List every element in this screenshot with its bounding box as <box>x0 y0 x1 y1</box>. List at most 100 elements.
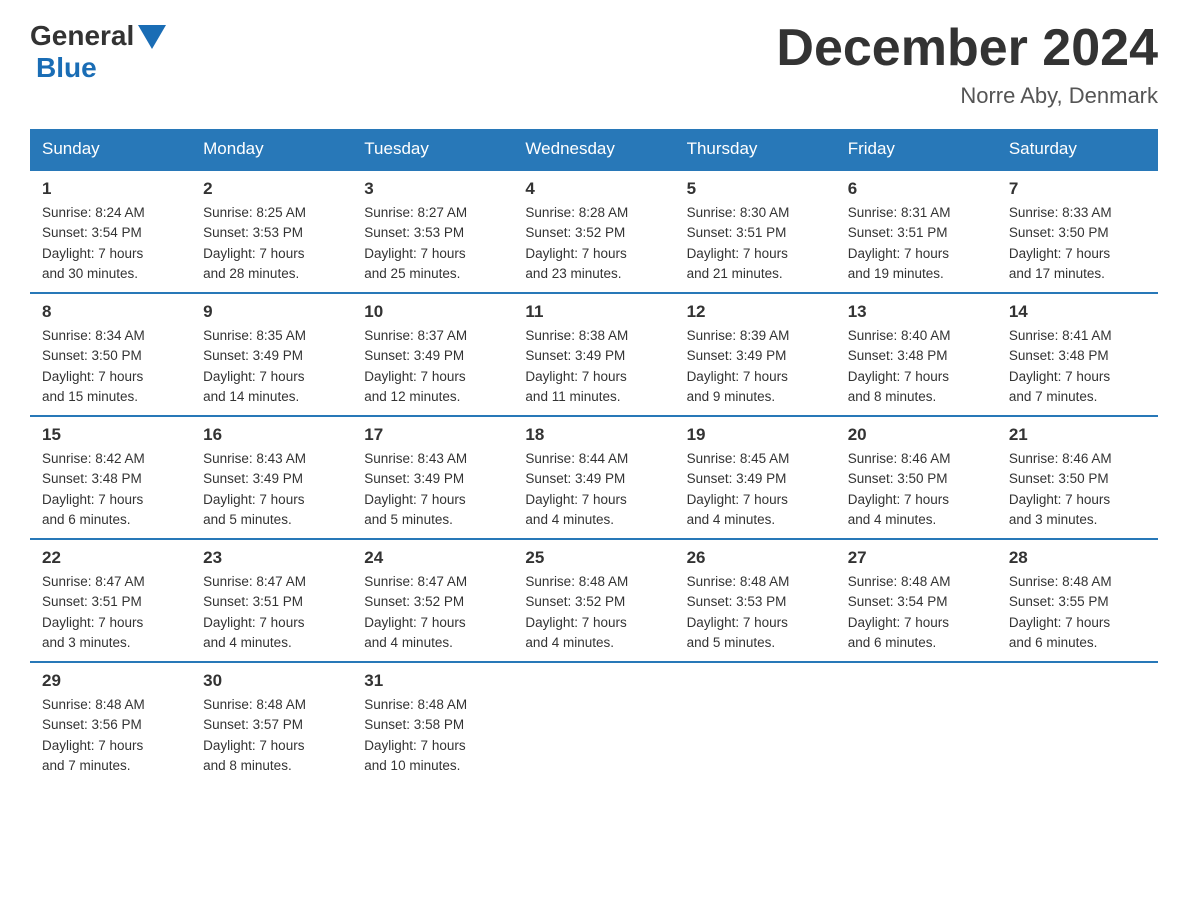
calendar-cell: 7 Sunrise: 8:33 AM Sunset: 3:50 PM Daylig… <box>997 170 1158 293</box>
day-number: 25 <box>525 548 662 568</box>
weekday-header-monday: Monday <box>191 129 352 170</box>
logo-triangle-icon <box>138 25 166 49</box>
day-info: Sunrise: 8:40 AM Sunset: 3:48 PM Dayligh… <box>848 326 985 407</box>
calendar-week-row: 29 Sunrise: 8:48 AM Sunset: 3:56 PM Dayli… <box>30 662 1158 784</box>
day-number: 5 <box>687 179 824 199</box>
day-number: 11 <box>525 302 662 322</box>
day-number: 10 <box>364 302 501 322</box>
day-info: Sunrise: 8:44 AM Sunset: 3:49 PM Dayligh… <box>525 449 662 530</box>
day-number: 31 <box>364 671 501 691</box>
day-info: Sunrise: 8:48 AM Sunset: 3:53 PM Dayligh… <box>687 572 824 653</box>
day-number: 9 <box>203 302 340 322</box>
title-section: December 2024 Norre Aby, Denmark <box>776 20 1158 109</box>
day-number: 22 <box>42 548 179 568</box>
day-number: 15 <box>42 425 179 445</box>
day-number: 27 <box>848 548 985 568</box>
calendar-cell: 21Sunrise: 8:46 AM Sunset: 3:50 PM Dayli… <box>997 416 1158 539</box>
calendar-cell: 1Sunrise: 8:24 AM Sunset: 3:54 PM Daylig… <box>30 170 191 293</box>
calendar-cell: 24Sunrise: 8:47 AM Sunset: 3:52 PM Dayli… <box>352 539 513 662</box>
day-info: Sunrise: 8:30 AM Sunset: 3:51 PM Dayligh… <box>687 203 824 284</box>
calendar-header: SundayMondayTuesdayWednesdayThursdayFrid… <box>30 129 1158 170</box>
calendar-cell: 6Sunrise: 8:31 AM Sunset: 3:51 PM Daylig… <box>836 170 997 293</box>
weekday-header-thursday: Thursday <box>675 129 836 170</box>
day-info: Sunrise: 8:48 AM Sunset: 3:55 PM Dayligh… <box>1009 572 1146 653</box>
weekday-header-row: SundayMondayTuesdayWednesdayThursdayFrid… <box>30 129 1158 170</box>
weekday-header-wednesday: Wednesday <box>513 129 674 170</box>
day-info: Sunrise: 8:28 AM Sunset: 3:52 PM Dayligh… <box>525 203 662 284</box>
logo-general-text: General <box>30 20 134 52</box>
day-info: Sunrise: 8:39 AM Sunset: 3:49 PM Dayligh… <box>687 326 824 407</box>
weekday-header-saturday: Saturday <box>997 129 1158 170</box>
day-number: 21 <box>1009 425 1146 445</box>
calendar-week-row: 1Sunrise: 8:24 AM Sunset: 3:54 PM Daylig… <box>30 170 1158 293</box>
weekday-header-tuesday: Tuesday <box>352 129 513 170</box>
calendar-cell: 12 Sunrise: 8:39 AM Sunset: 3:49 PM Dayli… <box>675 293 836 416</box>
day-info: Sunrise: 8:48 AM Sunset: 3:52 PM Dayligh… <box>525 572 662 653</box>
day-info: Sunrise: 8:43 AM Sunset: 3:49 PM Dayligh… <box>364 449 501 530</box>
day-info: Sunrise: 8:48 AM Sunset: 3:57 PM Dayligh… <box>203 695 340 776</box>
calendar-cell: 20 Sunrise: 8:46 AM Sunset: 3:50 PM Dayli… <box>836 416 997 539</box>
calendar-cell: 23 Sunrise: 8:47 AM Sunset: 3:51 PM Dayli… <box>191 539 352 662</box>
day-info: Sunrise: 8:46 AM Sunset: 3:50 PM Dayligh… <box>848 449 985 530</box>
day-info: Sunrise: 8:45 AM Sunset: 3:49 PM Dayligh… <box>687 449 824 530</box>
calendar-cell: 10 Sunrise: 8:37 AM Sunset: 3:49 PM Dayli… <box>352 293 513 416</box>
day-info: Sunrise: 8:37 AM Sunset: 3:49 PM Dayligh… <box>364 326 501 407</box>
calendar-cell: 9 Sunrise: 8:35 AM Sunset: 3:49 PM Daylig… <box>191 293 352 416</box>
calendar-cell: 26 Sunrise: 8:48 AM Sunset: 3:53 PM Dayli… <box>675 539 836 662</box>
weekday-header-sunday: Sunday <box>30 129 191 170</box>
day-number: 19 <box>687 425 824 445</box>
calendar-cell: 29 Sunrise: 8:48 AM Sunset: 3:56 PM Dayli… <box>30 662 191 784</box>
day-number: 3 <box>364 179 501 199</box>
day-number: 8 <box>42 302 179 322</box>
calendar-cell: 31 Sunrise: 8:48 AM Sunset: 3:58 PM Dayli… <box>352 662 513 784</box>
day-info: Sunrise: 8:47 AM Sunset: 3:51 PM Dayligh… <box>203 572 340 653</box>
day-number: 26 <box>687 548 824 568</box>
day-number: 28 <box>1009 548 1146 568</box>
day-number: 6 <box>848 179 985 199</box>
logo: General Blue <box>30 20 166 84</box>
calendar-week-row: 15Sunrise: 8:42 AM Sunset: 3:48 PM Dayli… <box>30 416 1158 539</box>
calendar-title: December 2024 <box>776 20 1158 77</box>
calendar-cell: 25 Sunrise: 8:48 AM Sunset: 3:52 PM Dayli… <box>513 539 674 662</box>
day-info: Sunrise: 8:48 AM Sunset: 3:54 PM Dayligh… <box>848 572 985 653</box>
calendar-cell <box>997 662 1158 784</box>
calendar-cell: 11 Sunrise: 8:38 AM Sunset: 3:49 PM Dayli… <box>513 293 674 416</box>
calendar-cell <box>836 662 997 784</box>
day-info: Sunrise: 8:43 AM Sunset: 3:49 PM Dayligh… <box>203 449 340 530</box>
calendar-cell: 28 Sunrise: 8:48 AM Sunset: 3:55 PM Dayli… <box>997 539 1158 662</box>
calendar-cell: 19 Sunrise: 8:45 AM Sunset: 3:49 PM Dayli… <box>675 416 836 539</box>
page-header: General Blue December 2024 Norre Aby, De… <box>30 20 1158 109</box>
calendar-cell <box>513 662 674 784</box>
day-number: 20 <box>848 425 985 445</box>
day-info: Sunrise: 8:41 AM Sunset: 3:48 PM Dayligh… <box>1009 326 1146 407</box>
calendar-cell: 16Sunrise: 8:43 AM Sunset: 3:49 PM Dayli… <box>191 416 352 539</box>
day-info: Sunrise: 8:33 AM Sunset: 3:50 PM Dayligh… <box>1009 203 1146 284</box>
calendar-cell: 15Sunrise: 8:42 AM Sunset: 3:48 PM Dayli… <box>30 416 191 539</box>
calendar-cell: 17 Sunrise: 8:43 AM Sunset: 3:49 PM Dayli… <box>352 416 513 539</box>
day-info: Sunrise: 8:38 AM Sunset: 3:49 PM Dayligh… <box>525 326 662 407</box>
calendar-week-row: 8 Sunrise: 8:34 AM Sunset: 3:50 PM Daylig… <box>30 293 1158 416</box>
day-info: Sunrise: 8:48 AM Sunset: 3:58 PM Dayligh… <box>364 695 501 776</box>
calendar-cell: 27 Sunrise: 8:48 AM Sunset: 3:54 PM Dayli… <box>836 539 997 662</box>
calendar-cell: 22Sunrise: 8:47 AM Sunset: 3:51 PM Dayli… <box>30 539 191 662</box>
day-info: Sunrise: 8:48 AM Sunset: 3:56 PM Dayligh… <box>42 695 179 776</box>
calendar-body: 1Sunrise: 8:24 AM Sunset: 3:54 PM Daylig… <box>30 170 1158 784</box>
day-number: 23 <box>203 548 340 568</box>
day-number: 12 <box>687 302 824 322</box>
day-number: 4 <box>525 179 662 199</box>
day-number: 1 <box>42 179 179 199</box>
calendar-cell <box>675 662 836 784</box>
day-info: Sunrise: 8:34 AM Sunset: 3:50 PM Dayligh… <box>42 326 179 407</box>
calendar-cell: 14Sunrise: 8:41 AM Sunset: 3:48 PM Dayli… <box>997 293 1158 416</box>
day-number: 2 <box>203 179 340 199</box>
day-info: Sunrise: 8:47 AM Sunset: 3:52 PM Dayligh… <box>364 572 501 653</box>
day-info: Sunrise: 8:35 AM Sunset: 3:49 PM Dayligh… <box>203 326 340 407</box>
weekday-header-friday: Friday <box>836 129 997 170</box>
calendar-cell: 18Sunrise: 8:44 AM Sunset: 3:49 PM Dayli… <box>513 416 674 539</box>
day-number: 17 <box>364 425 501 445</box>
day-number: 30 <box>203 671 340 691</box>
calendar-subtitle: Norre Aby, Denmark <box>776 83 1158 109</box>
day-number: 7 <box>1009 179 1146 199</box>
day-number: 29 <box>42 671 179 691</box>
logo-blue-text: Blue <box>36 52 97 83</box>
